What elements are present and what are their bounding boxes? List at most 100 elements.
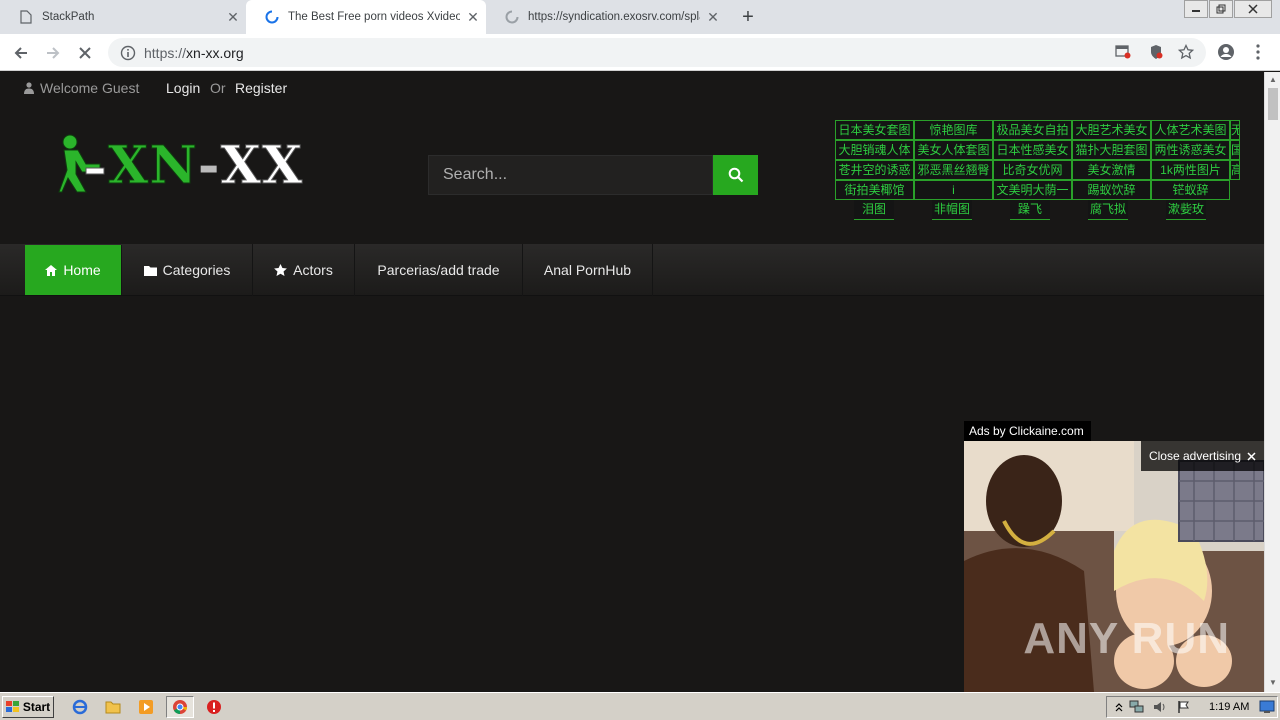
info-icon[interactable]: [120, 45, 136, 61]
action-center-flag-icon[interactable]: [1175, 698, 1193, 716]
nav-home[interactable]: Home: [25, 245, 122, 295]
page-scrollbar[interactable]: ▲ ▼: [1264, 72, 1280, 692]
partner-link[interactable]: 日本美女套图: [835, 120, 914, 140]
show-desktop-icon[interactable]: [1258, 698, 1276, 716]
close-icon: [79, 47, 91, 59]
partner-link[interactable]: 美女人体套图: [914, 140, 993, 160]
main-nav: Home Categories Actors Parcerias/add tra…: [0, 244, 1264, 296]
partner-link[interactable]: 泪图: [854, 200, 894, 220]
logo-text-dash: -: [197, 134, 221, 196]
partner-link[interactable]: 国: [1230, 140, 1240, 160]
watermark-text: ANY RUN: [1023, 614, 1230, 663]
or-text: Or: [210, 80, 226, 96]
nav-parcerias[interactable]: Parcerias/add trade: [355, 244, 523, 296]
nav-label: Anal PornHub: [543, 262, 632, 278]
partner-link[interactable]: 躁飞: [1010, 200, 1050, 220]
user-topbar: Welcome Guest Login Or Register: [0, 72, 1264, 104]
shield-blocked-icon[interactable]: [1146, 42, 1166, 62]
start-button[interactable]: Start: [2, 696, 54, 718]
chrome-taskbar-button[interactable]: [166, 696, 194, 718]
partner-link[interactable]: 非帽图: [932, 200, 972, 220]
partner-link[interactable]: 日本性感美女: [993, 140, 1072, 160]
taskbar-clock[interactable]: 1:19 AM: [1209, 701, 1249, 713]
partner-link[interactable]: 大胆艺术美女: [1072, 120, 1151, 140]
close-tab-icon[interactable]: ✕: [700, 9, 726, 26]
partner-link[interactable]: 苍井空的诱惑: [835, 160, 914, 180]
restore-window-button[interactable]: [1209, 0, 1233, 18]
tab-xvideos[interactable]: The Best Free porn videos Xvideos ✕: [246, 0, 486, 34]
stop-loading-button[interactable]: [72, 40, 98, 66]
partner-link[interactable]: 高: [1230, 160, 1240, 180]
stop-sign-icon[interactable]: [205, 698, 223, 716]
register-link[interactable]: Register: [235, 80, 287, 96]
internet-explorer-icon[interactable]: [71, 698, 89, 716]
partner-link[interactable]: 漱姕玫: [1166, 200, 1206, 220]
partner-link[interactable]: i: [914, 180, 993, 200]
loading-spinner-icon: [504, 9, 520, 25]
popup-blocked-icon[interactable]: [1113, 42, 1133, 62]
tray-expand-icon[interactable]: [1110, 698, 1128, 716]
partner-link[interactable]: 极品美女自拍: [993, 120, 1072, 140]
close-advertising-button[interactable]: Close advertising: [1140, 441, 1264, 471]
site-logo[interactable]: XN - XX: [56, 130, 306, 200]
nav-label: Categories: [162, 262, 231, 278]
back-button[interactable]: [8, 40, 34, 66]
browser-toolbar: https://xn-xx.org: [0, 34, 1280, 71]
media-player-icon[interactable]: [137, 698, 155, 716]
search-form: [428, 155, 758, 195]
star-icon: [274, 264, 288, 276]
profile-avatar-icon[interactable]: [1216, 42, 1236, 62]
minimize-window-button[interactable]: [1184, 0, 1208, 18]
partner-link[interactable]: 惊艳图库: [914, 120, 993, 140]
nav-anal-pornhub[interactable]: Anal PornHub: [523, 244, 653, 296]
tab-exosrv[interactable]: https://syndication.exosrv.com/spla ✕: [486, 0, 726, 34]
windows-logo-icon: [5, 701, 19, 712]
file-explorer-icon[interactable]: [104, 698, 122, 716]
ad-provider-label[interactable]: Ads by Clickaine.com: [964, 421, 1091, 441]
partner-link[interactable]: 大胆销魂人体: [835, 140, 914, 160]
ad-banner[interactable]: Close advertising ANY RUN: [964, 441, 1264, 692]
partner-link[interactable]: 两性诱惑美女: [1151, 140, 1230, 160]
partner-link[interactable]: 铓蚁辞: [1151, 180, 1230, 200]
home-icon: [45, 264, 58, 276]
address-bar[interactable]: https://xn-xx.org: [108, 38, 1206, 67]
new-tab-button[interactable]: +: [736, 6, 760, 28]
browser-menu-icon[interactable]: [1248, 42, 1268, 62]
close-icon: [1247, 451, 1256, 461]
nav-actors[interactable]: Actors: [253, 244, 355, 296]
close-tab-icon[interactable]: ✕: [460, 9, 486, 26]
scroll-thumb[interactable]: [1268, 88, 1278, 120]
search-button[interactable]: [713, 155, 758, 195]
tab-title: StackPath: [42, 11, 95, 23]
close-tab-icon[interactable]: ✕: [220, 9, 246, 26]
partner-link[interactable]: 人体艺术美图: [1151, 120, 1230, 140]
bookmark-star-icon[interactable]: [1176, 42, 1196, 62]
url-text[interactable]: https://xn-xx.org: [144, 45, 244, 61]
tab-title: https://syndication.exosrv.com/spla: [528, 11, 700, 23]
partner-link[interactable]: 文美明大荫一: [993, 180, 1072, 200]
partner-links-grid: 日本美女套图 惊艳图库 极品美女自拍 大胆艺术美女 人体艺术美图 无 大胆销魂人…: [835, 120, 1240, 222]
partner-link[interactable]: 猫扑大胆套图: [1072, 140, 1151, 160]
partner-link[interactable]: 无: [1230, 120, 1240, 140]
logo-figure-icon: [58, 134, 105, 193]
nav-categories[interactable]: Categories: [122, 244, 253, 296]
partner-link[interactable]: 踢蚁饮辞: [1072, 180, 1151, 200]
tab-title: The Best Free porn videos Xvideos: [288, 11, 460, 23]
network-icon[interactable]: [1128, 698, 1146, 716]
login-link[interactable]: Login: [166, 80, 200, 96]
search-input[interactable]: [428, 155, 713, 195]
partner-link[interactable]: 比奇女优网: [993, 160, 1072, 180]
partner-link[interactable]: 邪恶黑丝翘臀: [914, 160, 993, 180]
partner-link[interactable]: 腐飞拟: [1088, 200, 1128, 220]
partner-link[interactable]: 美女激情: [1072, 160, 1151, 180]
tab-stackpath[interactable]: StackPath ✕: [0, 0, 246, 34]
scroll-up-arrow-icon[interactable]: ▲: [1265, 73, 1280, 87]
scroll-down-arrow-icon[interactable]: ▼: [1265, 676, 1280, 690]
volume-icon[interactable]: [1151, 698, 1169, 716]
forward-button[interactable]: [40, 40, 66, 66]
browser-tab-strip: StackPath ✕ The Best Free porn videos Xv…: [0, 0, 1280, 34]
search-icon: [728, 167, 743, 183]
close-window-button[interactable]: [1234, 0, 1272, 18]
partner-link[interactable]: 街拍美椰馆: [835, 180, 914, 200]
partner-link[interactable]: 1k两性图片: [1151, 160, 1230, 180]
